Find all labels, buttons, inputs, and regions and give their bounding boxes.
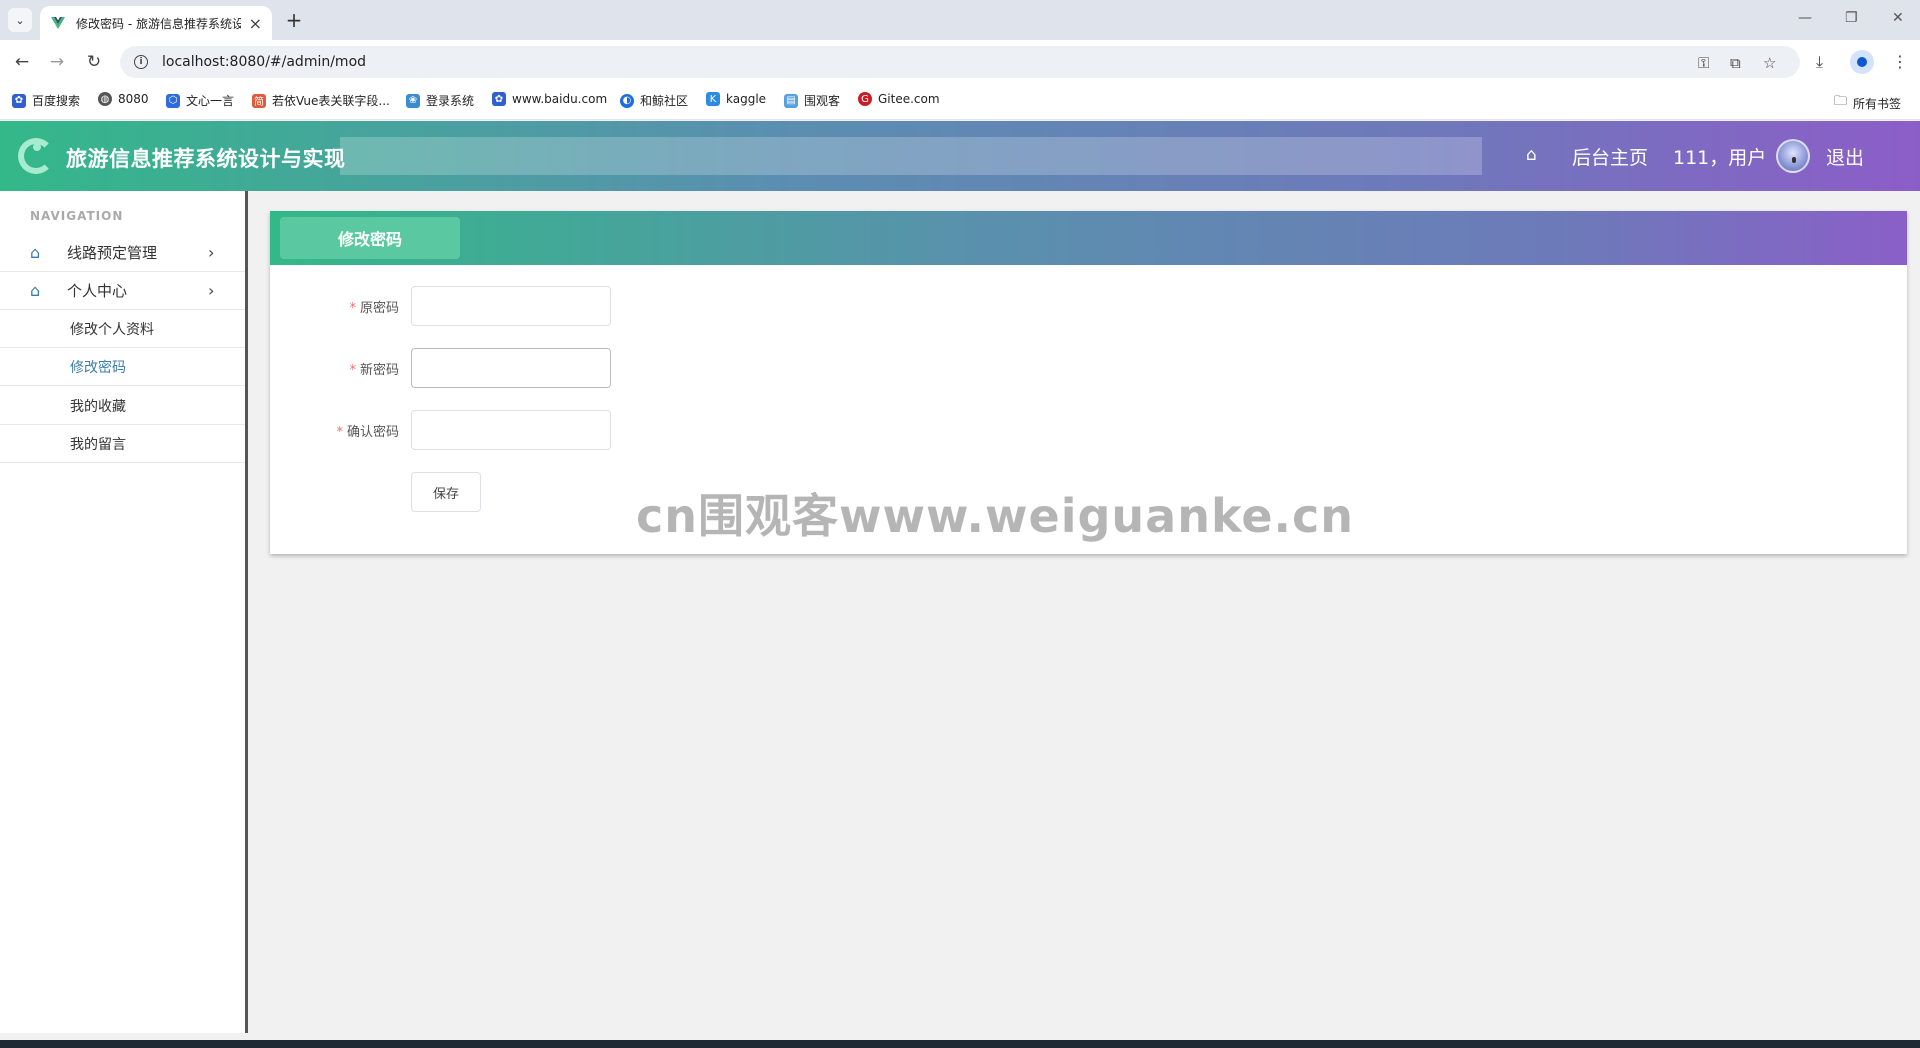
sidebar-subitem-messages[interactable]: 我的留言 xyxy=(0,425,245,463)
app-title: 旅游信息推荐系统设计与实现 xyxy=(66,147,346,171)
bookmark-item[interactable]: ❀ 登录系统 xyxy=(406,92,474,109)
sidebar-item-route-booking[interactable]: ⌂ 线路预定管理 › xyxy=(0,234,245,272)
save-button[interactable]: 保存 xyxy=(411,472,481,512)
user-avatar[interactable] xyxy=(1776,139,1810,173)
tab-title: 修改密码 - 旅游信息推荐系统设 xyxy=(76,16,241,31)
panel-header: 修改密码 xyxy=(270,211,1907,265)
jianshu-icon: 简 xyxy=(252,93,266,108)
minimize-icon[interactable]: — xyxy=(1798,10,1812,26)
back-icon[interactable]: ← xyxy=(12,52,32,72)
sidebar-subitem-favorites[interactable]: 我的收藏 xyxy=(0,387,245,425)
gitee-icon: G xyxy=(858,92,872,106)
weiguanke-icon: ▤ xyxy=(784,93,798,108)
restore-icon[interactable]: ❐ xyxy=(1845,10,1858,26)
password-key-icon[interactable]: ⚿ xyxy=(1698,54,1709,72)
app-header: 旅游信息推荐系统设计与实现 ⌂ 后台主页 111，用户 退出 xyxy=(0,121,1920,191)
bookmark-item[interactable]: ▤ 围观客 xyxy=(784,92,840,109)
form-row-new-password: * 新密码 xyxy=(270,348,870,388)
profile-avatar-icon[interactable] xyxy=(1850,50,1874,74)
bookmark-item[interactable]: ⬡ 文心一言 xyxy=(166,92,234,109)
header-decor-bar xyxy=(340,137,1482,175)
bookmark-item[interactable]: ✿ 百度搜索 xyxy=(12,92,80,109)
sidebar-item-personal-center[interactable]: ⌂ 个人中心 › xyxy=(0,272,245,310)
bookmark-item[interactable]: ◍ 8080 xyxy=(98,92,149,106)
forward-icon[interactable]: → xyxy=(47,52,67,72)
chevron-right-icon: › xyxy=(208,281,215,300)
watermark-text: cn围观客www.weiguanke.cn xyxy=(636,489,1355,543)
heywhale-icon: ◐ xyxy=(620,93,634,108)
form-row-confirm-password: * 确认密码 xyxy=(270,410,870,450)
new-password-input[interactable] xyxy=(411,348,611,388)
bookmarks-bar: ✿ 百度搜索 ◍ 8080 ⬡ 文心一言 简若依Vue表关联字段... ❀ 登录系统 ✿… xyxy=(0,84,1920,120)
browser-tab-active[interactable]: 修改密码 - 旅游信息推荐系统设 × xyxy=(40,6,272,40)
globe-icon: ◍ xyxy=(98,92,112,106)
home-icon[interactable]: ⌂ xyxy=(1526,145,1537,165)
confirm-password-input[interactable] xyxy=(411,410,611,450)
tab-change-password[interactable]: 修改密码 xyxy=(280,217,460,259)
address-bar[interactable]: i localhost:8080/#/admin/mod ⚿ ⧉ ☆ xyxy=(120,46,1800,78)
download-icon[interactable]: ⤓ xyxy=(1816,52,1823,72)
baidu-paw-icon: ✿ xyxy=(12,93,26,108)
logo-dot xyxy=(33,143,41,151)
all-bookmarks[interactable]: 🗀 所有书签 xyxy=(1834,92,1901,114)
window-close-icon[interactable]: ✕ xyxy=(1892,10,1904,26)
form-row-old-password: * 原密码 xyxy=(270,286,870,326)
site-info-icon[interactable]: i xyxy=(134,55,148,69)
sidebar: NAVIGATION ⌂ 线路预定管理 › ⌂ 个人中心 › 修改个人资料 修改… xyxy=(0,191,248,1033)
nav-heading: NAVIGATION xyxy=(30,209,124,223)
home-icon: ⌂ xyxy=(30,243,41,262)
more-menu-icon[interactable]: ⋮ xyxy=(1892,52,1908,71)
kaggle-icon: K xyxy=(706,92,720,106)
confirm-password-label: * 确认密码 xyxy=(336,425,399,440)
home-icon: ⌂ xyxy=(30,281,41,300)
folder-icon: 🗀 xyxy=(1834,94,1848,109)
url-text: localhost:8080/#/admin/mod xyxy=(162,54,367,70)
bookmark-item[interactable]: Kkaggle xyxy=(706,92,766,106)
old-password-input[interactable] xyxy=(411,286,611,326)
bookmark-star-icon[interactable]: ☆ xyxy=(1763,54,1776,72)
bookmark-item[interactable]: 简若依Vue表关联字段... xyxy=(252,92,390,109)
logout-button[interactable]: 退出 xyxy=(1826,143,1864,170)
home-link[interactable]: 后台主页 xyxy=(1572,143,1648,170)
sidebar-subitem-change-password[interactable]: 修改密码 xyxy=(0,348,245,386)
new-password-label: * 新密码 xyxy=(349,363,399,378)
tab-search-icon[interactable]: ⌄ xyxy=(8,8,32,32)
bookmark-item[interactable]: ✿ www.baidu.com xyxy=(492,92,607,106)
lotus-icon: ❀ xyxy=(406,93,420,108)
baidu-paw-icon: ✿ xyxy=(492,92,506,106)
reload-icon[interactable]: ↻ xyxy=(84,52,104,72)
old-password-label: * 原密码 xyxy=(349,301,399,316)
sidebar-subitem-edit-profile[interactable]: 修改个人资料 xyxy=(0,310,245,348)
user-greeting: 111，用户 xyxy=(1673,147,1767,169)
translate-icon[interactable]: ⧉ xyxy=(1730,54,1741,72)
chevron-right-icon: › xyxy=(208,243,215,262)
browser-toolbar: ← → ↻ i localhost:8080/#/admin/mod ⚿ ⧉ ☆… xyxy=(0,40,1920,84)
bookmark-item[interactable]: ◐ 和鲸社区 xyxy=(620,92,688,109)
vue-logo-icon xyxy=(51,17,65,29)
new-tab-icon[interactable]: + xyxy=(282,8,306,32)
browser-tab-strip: ⌄ 修改密码 - 旅游信息推荐系统设 × + — ❐ ✕ xyxy=(0,0,1920,40)
os-taskbar xyxy=(0,1040,1920,1048)
wenxin-icon: ⬡ xyxy=(166,93,180,108)
bookmark-item[interactable]: G Gitee.com xyxy=(858,92,940,106)
tab-close-icon[interactable]: × xyxy=(249,14,262,33)
